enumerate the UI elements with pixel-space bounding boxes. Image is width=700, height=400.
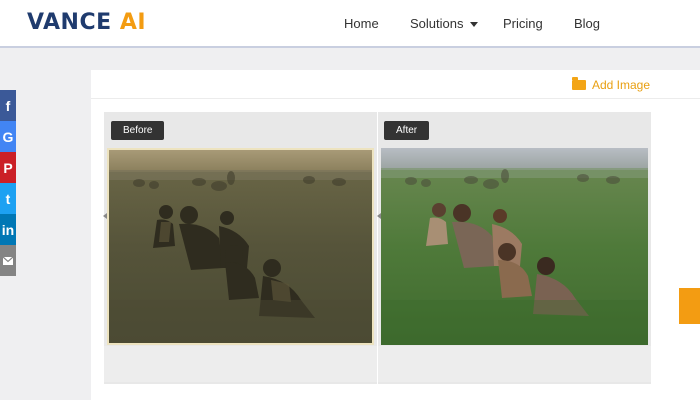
before-photo [107,148,374,345]
linkedin-share-button[interactable]: in [0,214,16,245]
twitter-share-button[interactable]: t [0,183,16,214]
email-share-button[interactable] [0,245,16,276]
twitter-icon: t [5,190,11,207]
linkedin-icon: in [1,221,15,238]
nav-home[interactable]: Home [344,16,379,31]
site-header: VANCE AI Home Solutions Pricing Blog [0,0,700,48]
after-label: After [384,121,430,140]
chevron-left-icon[interactable] [103,213,107,219]
pinterest-share-button[interactable]: P [0,152,16,183]
pinterest-icon: P [3,159,13,176]
email-icon [3,256,13,265]
before-label: Before [111,121,165,140]
nav-solutions[interactable]: Solutions [410,16,479,31]
facebook-share-button[interactable]: f [0,90,16,121]
nav-pricing[interactable]: Pricing [503,16,543,31]
after-photo [381,148,648,345]
folder-icon [571,77,586,90]
chevron-down-icon [470,22,479,28]
add-image-button[interactable]: Add Image [571,77,650,92]
facebook-icon: f [5,97,11,114]
before-footer-strip [104,346,377,382]
nav-blog[interactable]: Blog [574,16,600,31]
chevron-left-icon[interactable] [377,213,381,219]
vance-ai-logo[interactable]: VANCE AI [27,10,146,35]
card-divider [91,98,700,99]
google-share-button[interactable]: G [0,121,16,152]
side-feedback-tab[interactable] [679,288,700,324]
after-footer-strip [378,346,651,382]
google-icon: G [2,128,14,145]
